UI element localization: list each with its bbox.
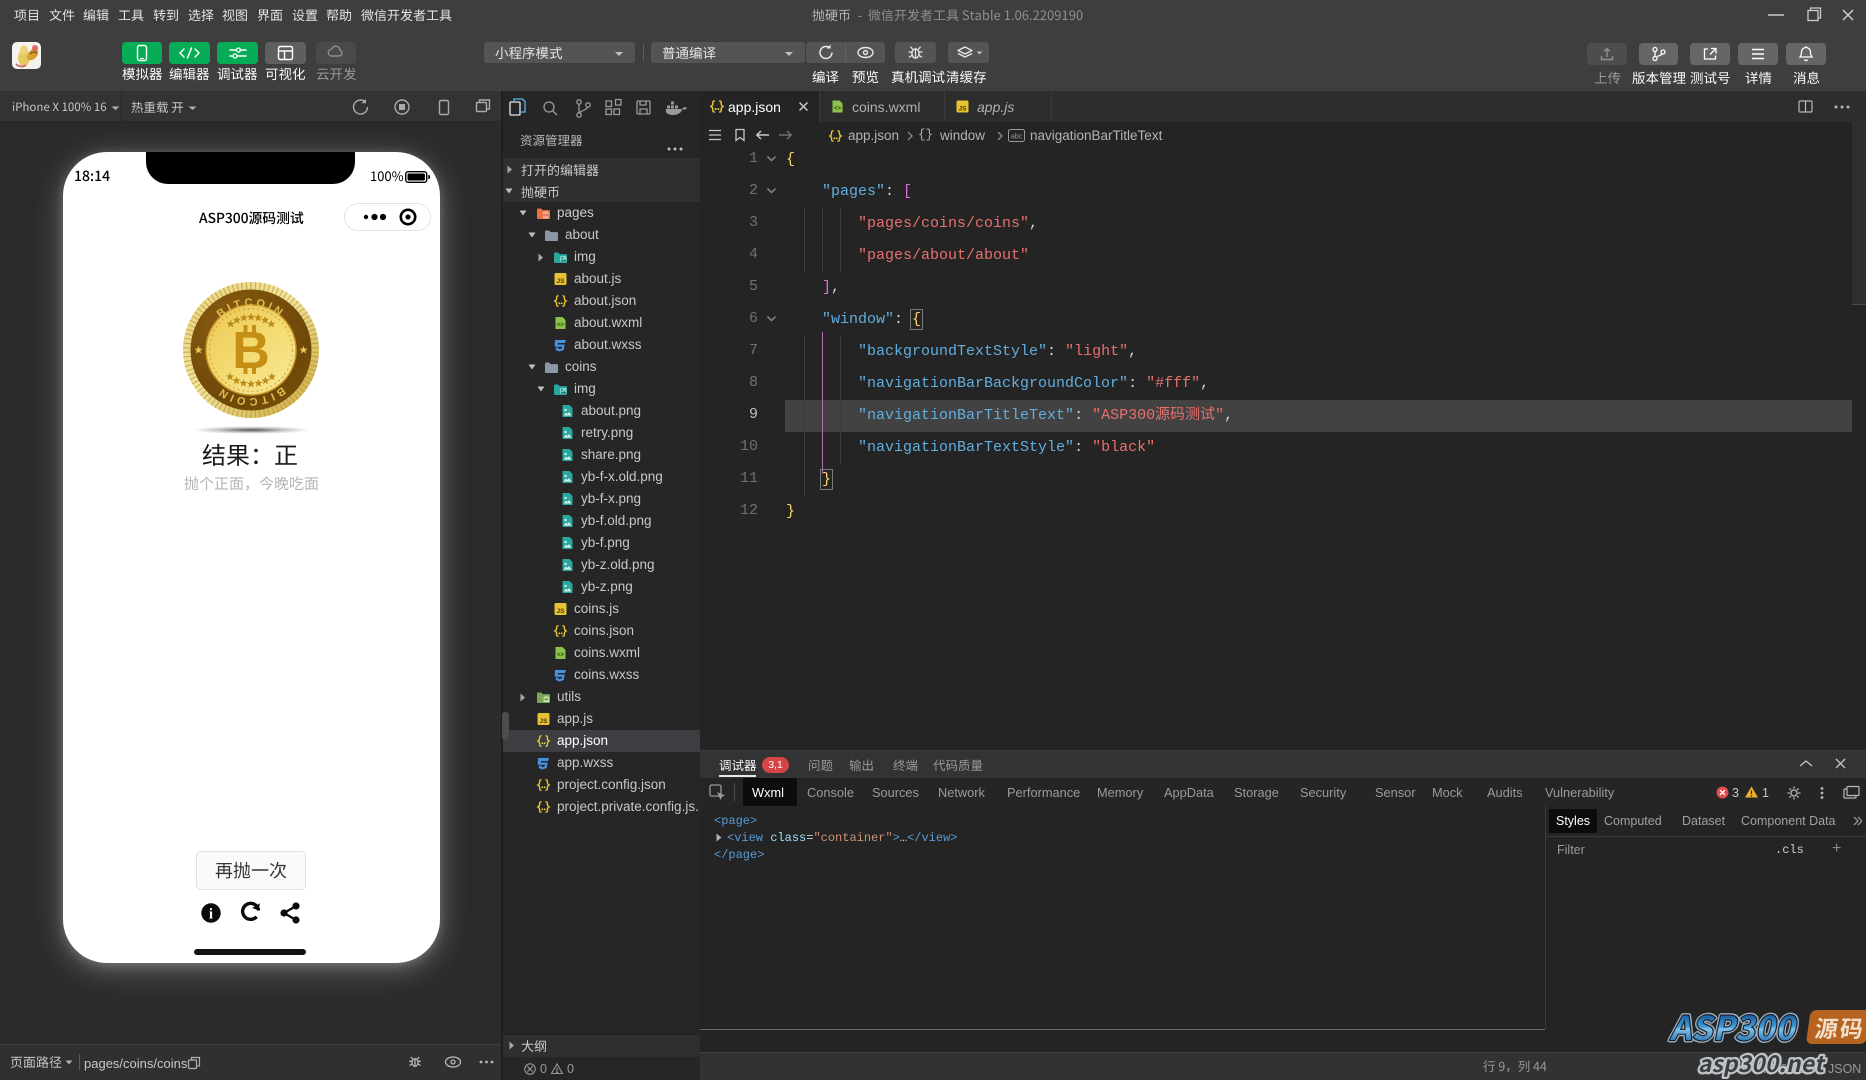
svg-text:JS: JS [557, 278, 566, 285]
svg-text:i: i [209, 907, 213, 923]
svg-text:<>: <> [557, 323, 565, 329]
svg-text:<>: <> [543, 213, 549, 218]
svg-text:<>: <> [557, 653, 565, 659]
svg-text:JS: JS [540, 718, 549, 725]
svg-text:JS: JS [557, 608, 566, 615]
svg-text:abc: abc [1011, 134, 1023, 141]
svg-text:<>: <> [834, 106, 842, 112]
svg-text:B: B [232, 322, 270, 380]
svg-text:JS: JS [959, 106, 968, 113]
